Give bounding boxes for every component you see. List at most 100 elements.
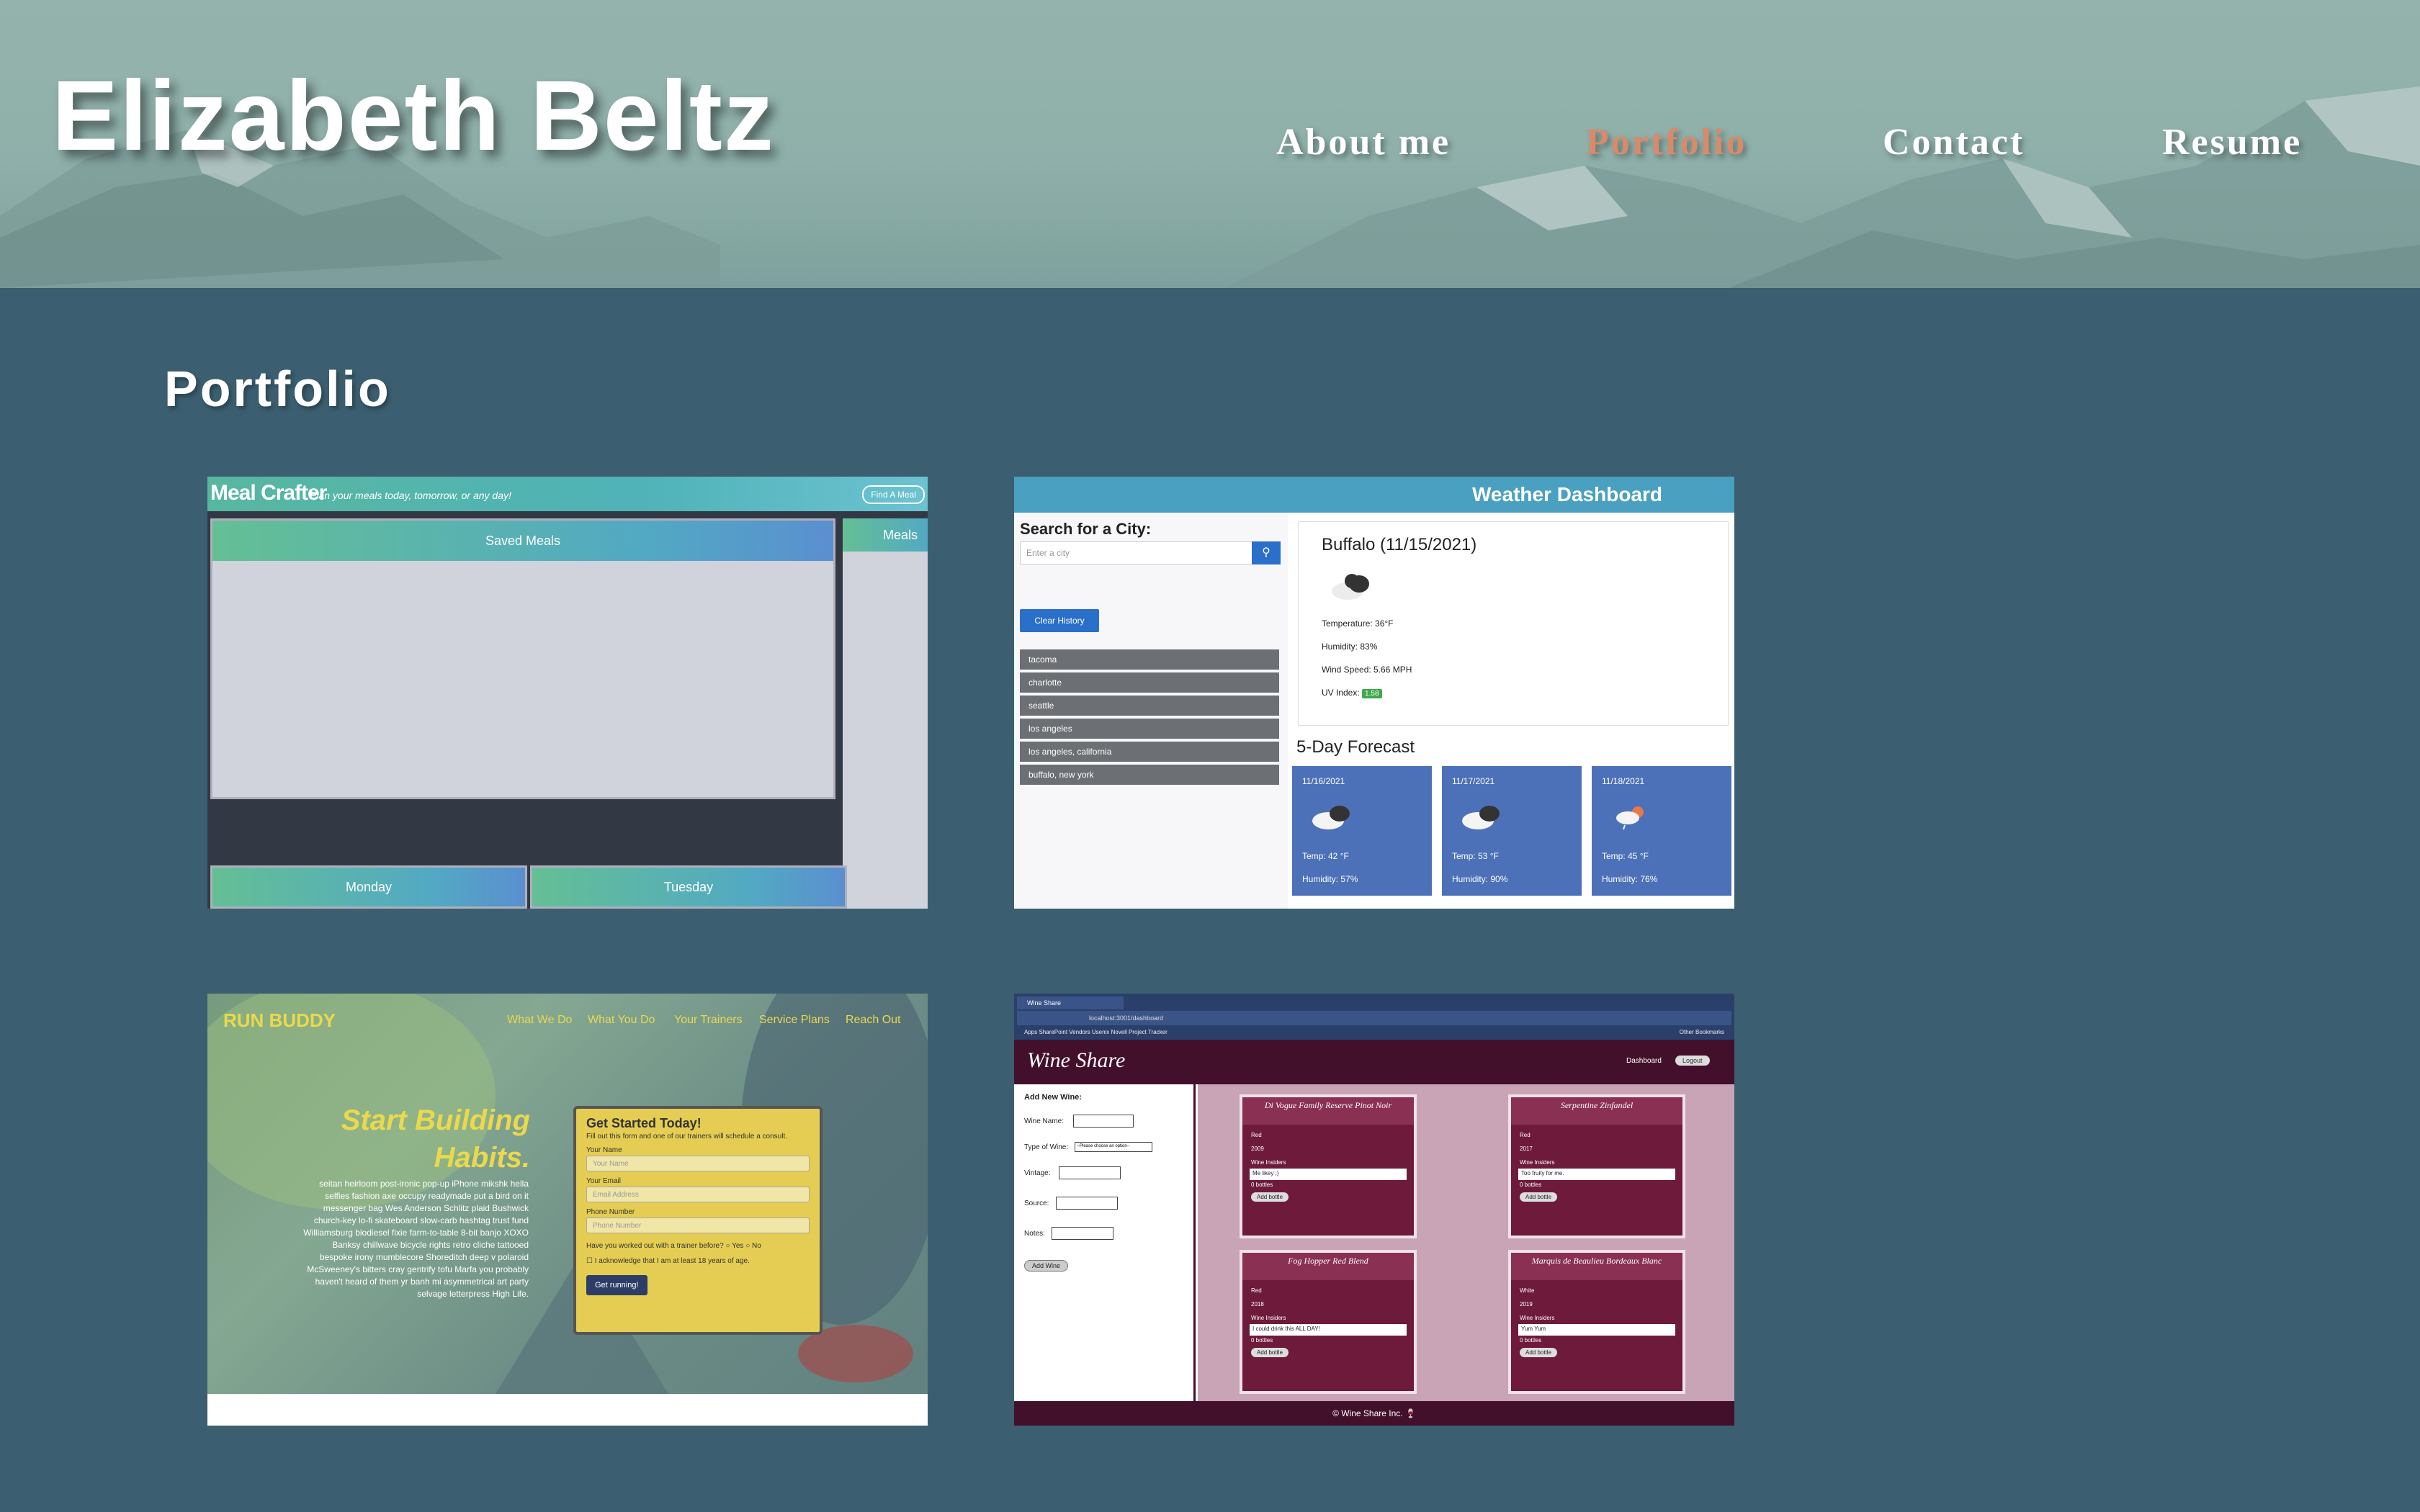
wine-card: Serpentine Zinfandel Red 2017 Wine Insid…	[1508, 1094, 1685, 1238]
forecast-temp: Temp: 45 °F	[1602, 851, 1649, 861]
site-header: Elizabeth Beltz About me Portfolio Conta…	[0, 0, 2420, 288]
forecast-card: 11/17/2021 Temp: 53 °F Humidity: 90%	[1442, 766, 1582, 896]
forecast-card: 11/18/2021 Temp: 45 °F Humidity: 76%	[1592, 766, 1731, 896]
run-buddy-headline: Start Building Habits.	[341, 1102, 530, 1176]
vintage-field	[1059, 1166, 1121, 1179]
project-card-wine-share[interactable]: Wine Share localhost:3001/dashboard Apps…	[1014, 994, 1734, 1426]
project-card-run-buddy[interactable]: RUN BUDDY What We Do What You Do Your Tr…	[207, 994, 928, 1426]
wine-name-label: Wine Name:	[1024, 1117, 1065, 1125]
wine-note: Too fruity for me.	[1518, 1169, 1675, 1180]
history-item: los angeles, california	[1020, 742, 1279, 762]
email-field: Email Address	[586, 1187, 810, 1202]
name-label: Your Name	[586, 1146, 622, 1154]
wine-type: White	[1520, 1287, 1535, 1294]
history-item: tacoma	[1020, 649, 1279, 670]
wine-insiders: Wine Insiders	[1520, 1315, 1555, 1321]
history-item: seattle	[1020, 696, 1279, 716]
wine-type-select: --Please choose an option--	[1075, 1142, 1152, 1152]
wine-year: 2019	[1520, 1301, 1533, 1308]
meals-panel: Meals	[843, 518, 928, 909]
weather-sidebar: Search for a City: Enter a city ⚲ Clear …	[1014, 513, 1288, 909]
nav-portfolio[interactable]: Portfolio	[1586, 121, 1747, 163]
forecast-date: 11/16/2021	[1302, 776, 1345, 786]
weather-title: Weather Dashboard	[1014, 477, 1734, 513]
get-running-button: Get running!	[586, 1275, 647, 1295]
cloud-icon	[1462, 806, 1500, 829]
wine-year: 2018	[1251, 1301, 1264, 1308]
phone-field: Phone Number	[586, 1218, 810, 1233]
wine-insiders: Wine Insiders	[1251, 1159, 1286, 1166]
current-uv: UV Index: 1.58	[1322, 688, 1382, 698]
dashboard-link: Dashboard	[1626, 1057, 1662, 1065]
trainer-question: Have you worked out with a trainer befor…	[586, 1242, 761, 1250]
day-tuesday: Tuesday	[530, 865, 847, 909]
uv-label: UV Index:	[1322, 688, 1360, 698]
forecast-humidity: Humidity: 90%	[1452, 874, 1508, 884]
phone-label: Phone Number	[586, 1208, 635, 1216]
nav-contact[interactable]: Contact	[1883, 121, 2025, 163]
wine-name: Fog Hopper Red Blend	[1242, 1253, 1414, 1280]
age-checkbox: ☐ I acknowledge that I am at least 18 ye…	[586, 1257, 750, 1265]
rb-nav-item: What We Do	[507, 1014, 573, 1026]
nav-resume[interactable]: Resume	[2162, 121, 2302, 163]
search-city-label: Search for a City:	[1020, 520, 1152, 538]
history-item: buffalo, new york	[1020, 765, 1279, 785]
headline-line: Start Building	[341, 1104, 530, 1136]
add-wine-title: Add New Wine:	[1024, 1093, 1082, 1102]
current-temperature: Temperature: 36°F	[1322, 618, 1394, 629]
name-field: Your Name	[586, 1156, 810, 1171]
saved-meals-panel: Saved Meals	[210, 518, 835, 799]
site-title: Elizabeth Beltz	[52, 60, 775, 171]
cloud-icon	[1312, 806, 1350, 829]
forecast-date: 11/18/2021	[1602, 776, 1645, 786]
project-card-weather-dashboard[interactable]: Weather Dashboard Search for a City: Ent…	[1014, 477, 1734, 909]
other-bookmarks: Other Bookmarks	[1679, 1029, 1724, 1035]
wine-share-footer: © Wine Share Inc. 🍷	[1014, 1401, 1734, 1426]
forecast-humidity: Humidity: 76%	[1602, 874, 1658, 884]
history-item: los angeles	[1020, 719, 1279, 739]
forecast-card: 11/16/2021 Temp: 42 °F Humidity: 57%	[1292, 766, 1432, 896]
forecast-temp: Temp: 53 °F	[1452, 851, 1499, 861]
wine-type: Red	[1520, 1132, 1531, 1138]
wine-name: Serpentine Zinfandel	[1511, 1097, 1682, 1125]
wine-card: Di Vogue Family Reserve Pinot Noir Red 2…	[1240, 1094, 1417, 1238]
meals-heading: Meals	[843, 518, 928, 552]
wine-bottles: 0 bottles	[1251, 1182, 1273, 1188]
wine-year: 2009	[1251, 1146, 1264, 1152]
uv-badge: 1.58	[1362, 689, 1382, 698]
radio-yes: Yes	[732, 1242, 744, 1250]
wine-card: Fog Hopper Red Blend Red 2018 Wine Insid…	[1240, 1250, 1417, 1394]
browser-url: localhost:3001/dashboard	[1017, 1011, 1731, 1025]
vintage-label: Vintage:	[1024, 1169, 1051, 1177]
add-bottle-button: Add bottle	[1520, 1348, 1558, 1357]
portfolio-heading: Portfolio	[164, 361, 391, 417]
browser-chrome: Wine Share localhost:3001/dashboard Apps…	[1014, 994, 1734, 1040]
notes-field	[1052, 1227, 1113, 1240]
project-card-meal-crafter[interactable]: Meal Crafter Plan your meals today, tomo…	[207, 477, 928, 909]
browser-bookmarks: Apps SharePoint Vendors Usenix Novell Pr…	[1017, 1027, 1731, 1038]
wine-bottles: 0 bottles	[1520, 1182, 1542, 1188]
form-title: Get Started Today!	[586, 1116, 702, 1130]
current-wind: Wind Speed: 5.66 MPH	[1322, 665, 1412, 675]
history-item: charlotte	[1020, 672, 1279, 693]
wine-share-header: Wine Share Dashboard Logout	[1014, 1040, 1734, 1084]
find-meal-button: Find A Meal	[862, 485, 925, 504]
wine-bottles: 0 bottles	[1520, 1337, 1542, 1344]
meal-crafter-tagline: Plan your meals today, tomorrow, or any …	[310, 490, 511, 501]
forecast-heading: 5-Day Forecast	[1296, 737, 1415, 757]
run-buddy-body: seitan heirloom post-ironic pop-up iPhon…	[303, 1179, 529, 1299]
wine-share-logo: Wine Share	[1027, 1048, 1126, 1072]
forecast-date: 11/17/2021	[1452, 776, 1495, 786]
trainer-question-text: Have you worked out with a trainer befor…	[586, 1242, 724, 1250]
wine-note: Me likey ;)	[1250, 1169, 1407, 1180]
day-monday: Monday	[210, 865, 527, 909]
saved-meals-heading: Saved Meals	[212, 521, 833, 561]
wine-note: Yum Yum	[1518, 1324, 1675, 1336]
city-search-input: Enter a city	[1020, 541, 1255, 564]
forecast-temp: Temp: 42 °F	[1302, 851, 1349, 861]
form-subtitle: Fill out this form and one of our traine…	[586, 1133, 788, 1140]
wine-card: Marquis de Beaulieu Bordeaux Blanc White…	[1508, 1250, 1685, 1394]
source-label: Source:	[1024, 1200, 1049, 1207]
add-bottle-button: Add bottle	[1251, 1348, 1289, 1357]
nav-about-me[interactable]: About me	[1276, 121, 1451, 163]
